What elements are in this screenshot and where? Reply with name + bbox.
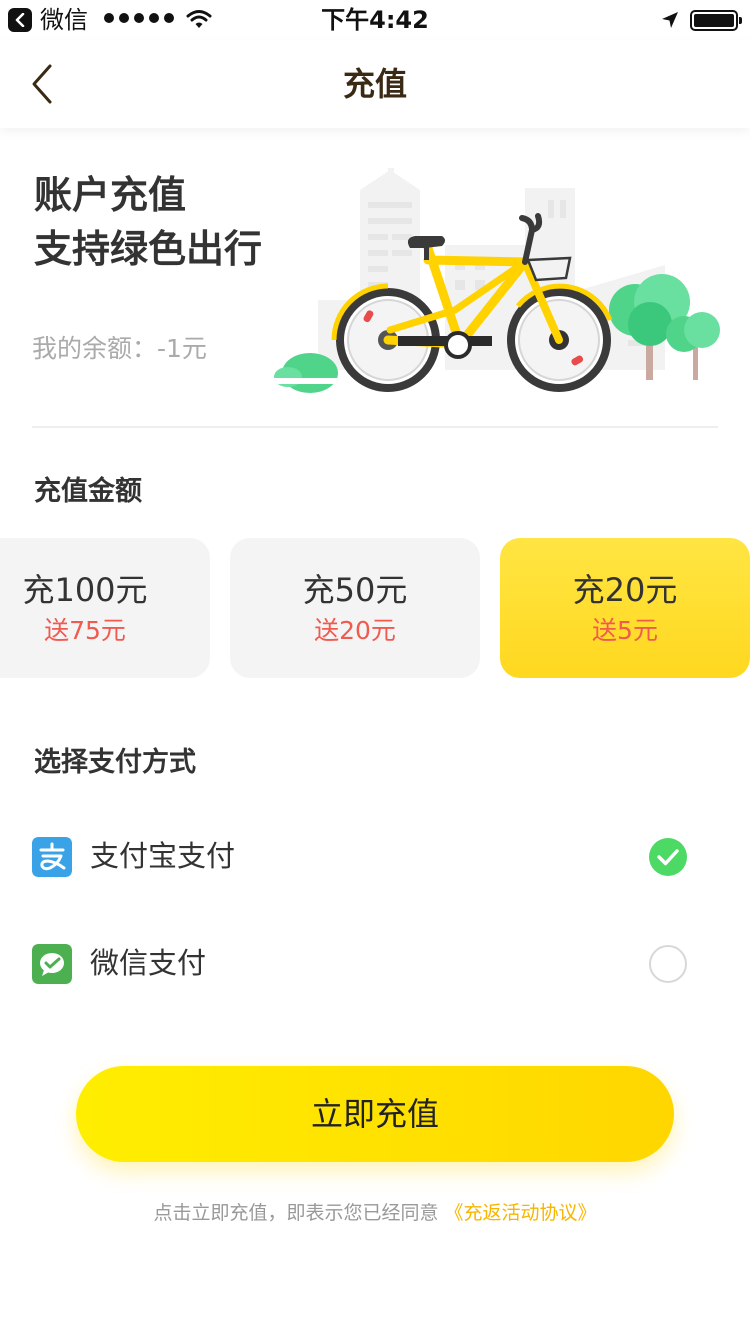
payment-option-wechat[interactable]: 微信支付 <box>0 919 750 1009</box>
alipay-icon <box>32 837 72 877</box>
location-arrow-icon <box>662 12 678 28</box>
amount-option-bonus: 送20元 <box>314 616 396 645</box>
agreement-prefix: 点击立即充值，即表示您已经同意 <box>153 1202 439 1224</box>
payment-method-label: 选择支付方式 <box>34 747 196 778</box>
wechat-pay-icon <box>32 944 72 984</box>
amount-option-bonus: 送5元 <box>592 616 658 645</box>
recharge-amount-label: 充值金额 <box>34 476 142 507</box>
amount-option-value: 充50元 <box>302 571 408 609</box>
amount-option-bonus: 送75元 <box>44 616 126 645</box>
amount-option-20[interactable]: 充20元 送5元 <box>500 538 750 678</box>
divider <box>32 426 718 428</box>
status-time: 下午4:42 <box>321 6 429 34</box>
amount-option-value: 充20元 <box>572 571 678 609</box>
status-bar: 微信 下午4:42 <box>0 0 750 40</box>
balance-text: 我的余额：-1元 <box>32 334 207 363</box>
recharge-page: 微信 下午4:42 充值 账户充值 支持绿色出行 我的余额：-1元 充值金额 充… <box>0 0 750 1334</box>
agreement-link[interactable]: 《充返活动协议》 <box>445 1202 597 1224</box>
radio-checked-icon[interactable] <box>649 838 687 876</box>
recharge-now-button[interactable]: 立即充值 <box>76 1066 674 1162</box>
hero-title-line-2: 支持绿色出行 <box>34 227 263 271</box>
payment-option-label: 支付宝支付 <box>90 839 236 873</box>
radio-unchecked-icon[interactable] <box>649 945 687 983</box>
amount-option-50[interactable]: 充50元 送20元 <box>230 538 480 678</box>
payment-option-label: 微信支付 <box>90 946 207 980</box>
amount-option-value: 充100元 <box>22 571 148 609</box>
hero-title: 账户充值 支持绿色出行 <box>34 168 262 276</box>
page-title: 充值 <box>342 65 407 103</box>
hero-title-line-1: 账户充值 <box>34 173 187 217</box>
amount-option-100[interactable]: 充100元 送75元 <box>0 538 210 678</box>
nav-bar: 充值 <box>0 40 750 128</box>
bike-city-illustration <box>270 168 720 393</box>
payment-option-alipay[interactable]: 支付宝支付 <box>0 812 750 902</box>
agreement-text: 点击立即充值，即表示您已经同意 《充返活动协议》 <box>0 1198 750 1228</box>
battery-icon <box>690 10 742 31</box>
